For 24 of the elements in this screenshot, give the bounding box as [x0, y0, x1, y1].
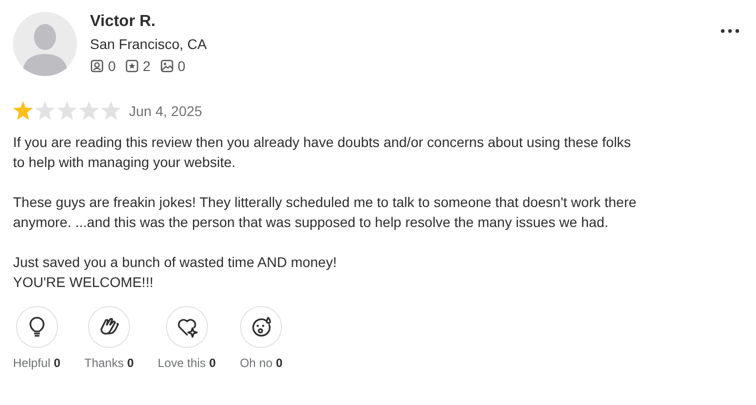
reaction-label: Oh no 0 [240, 356, 283, 370]
shocked-face-icon [250, 316, 272, 338]
photo-icon [160, 59, 174, 73]
review-text: YOU'RE WELCOME!!! [13, 273, 154, 292]
avatar [13, 12, 77, 76]
helpful-reaction-button[interactable] [16, 306, 58, 348]
stat-count: 0 [108, 58, 116, 74]
stat-count: 0 [178, 58, 186, 74]
ohno-reaction-button[interactable] [240, 306, 282, 348]
reaction-label: Love this 0 [158, 356, 216, 370]
user-location: San Francisco, CA [90, 35, 208, 54]
more-icon[interactable] [720, 28, 740, 34]
stat-count: 2 [142, 58, 151, 74]
reaction-label: Helpful 0 [13, 356, 60, 370]
love-reaction-button[interactable] [166, 306, 208, 348]
thanks-reaction-button[interactable] [88, 306, 130, 348]
review-text: These guys are freakin jokes! They litterally scheduled me to talk to someone that doesn't work there anymore. ...and this was the person that was supposed to help resolve the many issues we had. [13, 193, 638, 232]
reaction-label: Thanks 0 [84, 356, 134, 370]
review-text: Just saved you a bunch of wasted time AND money! [13, 253, 338, 272]
user-name[interactable]: Victor R. [90, 12, 720, 32]
review-text: If you are reading this review then you already have doubts and/or concerns about using these folks to help with managing your website. [13, 133, 632, 172]
friends-icon [90, 59, 104, 73]
review-date: Jun 4, 2025 [129, 102, 202, 118]
heart-icon [176, 316, 198, 338]
